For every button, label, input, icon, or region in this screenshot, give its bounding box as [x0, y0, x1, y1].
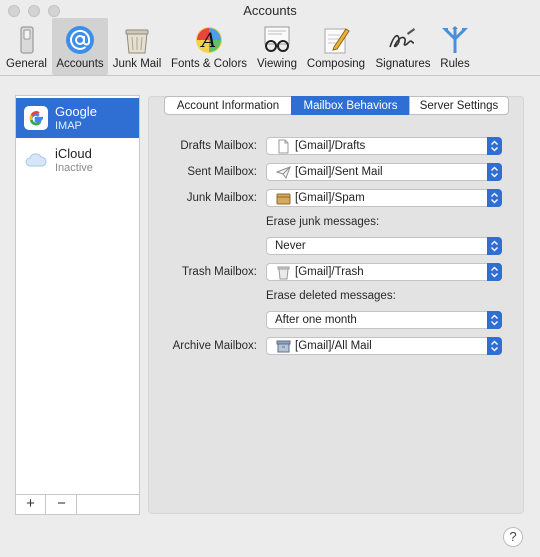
minimize-window-button[interactable] [28, 5, 40, 17]
sent-mailbox-select[interactable]: [Gmail]/Sent Mail [266, 163, 502, 181]
archive-mailbox-select[interactable]: [Gmail]/All Mail [266, 337, 502, 355]
trash-mailbox-select[interactable]: [Gmail]/Trash [266, 263, 502, 281]
preferences-toolbar: General Accounts Junk Mail A Fonts & Col… [0, 18, 540, 76]
chevron-updown-icon [487, 137, 502, 155]
toolbar-signatures[interactable]: Signatures [372, 18, 434, 75]
title-bar: Accounts [0, 0, 540, 20]
at-sign-icon [66, 26, 94, 54]
account-type: IMAP [55, 120, 82, 132]
erase-deleted-label: Erase deleted messages: [266, 290, 396, 302]
chevron-updown-icon [487, 163, 502, 181]
rules-arrows-icon [442, 26, 468, 53]
toolbar-composing[interactable]: Composing [304, 18, 368, 75]
chevron-updown-icon [487, 337, 502, 355]
tab-mailbox-behaviors[interactable]: Mailbox Behaviors [291, 96, 410, 115]
glasses-icon [264, 26, 290, 52]
toolbar-general[interactable]: General [3, 18, 50, 75]
mailbox-behaviors-panel [148, 96, 524, 514]
junk-mailbox-select[interactable]: [Gmail]/Spam [266, 189, 502, 207]
erase-junk-label: Erase junk messages: [266, 216, 380, 228]
erase-deleted-select[interactable]: After one month [266, 311, 502, 329]
accounts-list: Google IMAP iCloud Inactive + − [15, 95, 140, 515]
remove-account-button[interactable]: − [47, 495, 77, 514]
drafts-mailbox-select[interactable]: [Gmail]/Drafts [266, 137, 502, 155]
toolbar-rules[interactable]: Rules [436, 18, 474, 75]
chevron-updown-icon [487, 189, 502, 207]
trash-can-icon [277, 266, 290, 280]
tab-account-information[interactable]: Account Information [164, 96, 292, 115]
sent-mailbox-label: Sent Mailbox: [187, 166, 257, 178]
drafts-mailbox-label: Drafts Mailbox: [180, 140, 257, 152]
account-status: Inactive [55, 162, 93, 174]
trash-bin-icon [125, 29, 149, 54]
chevron-updown-icon [487, 237, 502, 255]
close-window-button[interactable] [8, 5, 20, 17]
zoom-window-button[interactable] [48, 5, 60, 17]
general-switch-icon [20, 26, 33, 54]
icloud-logo-icon [25, 153, 47, 167]
toolbar-fonts-colors[interactable]: A Fonts & Colors [168, 18, 250, 75]
junk-box-icon [276, 193, 291, 205]
font-a-icon: A [196, 27, 222, 53]
archive-mailbox-label: Archive Mailbox: [172, 340, 257, 352]
tab-server-settings[interactable]: Server Settings [409, 96, 509, 115]
account-name: Google [55, 104, 97, 119]
window-title: Accounts [243, 3, 297, 18]
signature-icon [389, 28, 415, 48]
list-controls: + − [16, 494, 139, 514]
toolbar-viewing[interactable]: Viewing [254, 18, 300, 75]
chevron-updown-icon [487, 311, 502, 329]
paper-plane-icon [276, 166, 291, 180]
draft-document-icon [278, 139, 289, 154]
google-logo-icon [24, 106, 48, 130]
toolbar-accounts[interactable]: Accounts [52, 18, 108, 75]
pencil-paper-icon [324, 28, 350, 54]
junk-mailbox-label: Junk Mailbox: [186, 192, 257, 204]
account-tabs: Account Information Mailbox Behaviors Se… [164, 96, 509, 115]
archive-box-icon [276, 340, 291, 353]
add-account-button[interactable]: + [16, 495, 46, 514]
chevron-updown-icon [487, 263, 502, 281]
trash-mailbox-label: Trash Mailbox: [182, 266, 257, 278]
account-google[interactable]: Google IMAP [16, 98, 139, 138]
help-button[interactable]: ? [503, 527, 523, 547]
svg-text:A: A [200, 28, 216, 52]
account-name: iCloud [55, 146, 92, 161]
toolbar-junk-mail[interactable]: Junk Mail [110, 18, 164, 75]
erase-junk-select[interactable]: Never [266, 237, 502, 255]
account-icloud[interactable]: iCloud Inactive [16, 140, 139, 180]
